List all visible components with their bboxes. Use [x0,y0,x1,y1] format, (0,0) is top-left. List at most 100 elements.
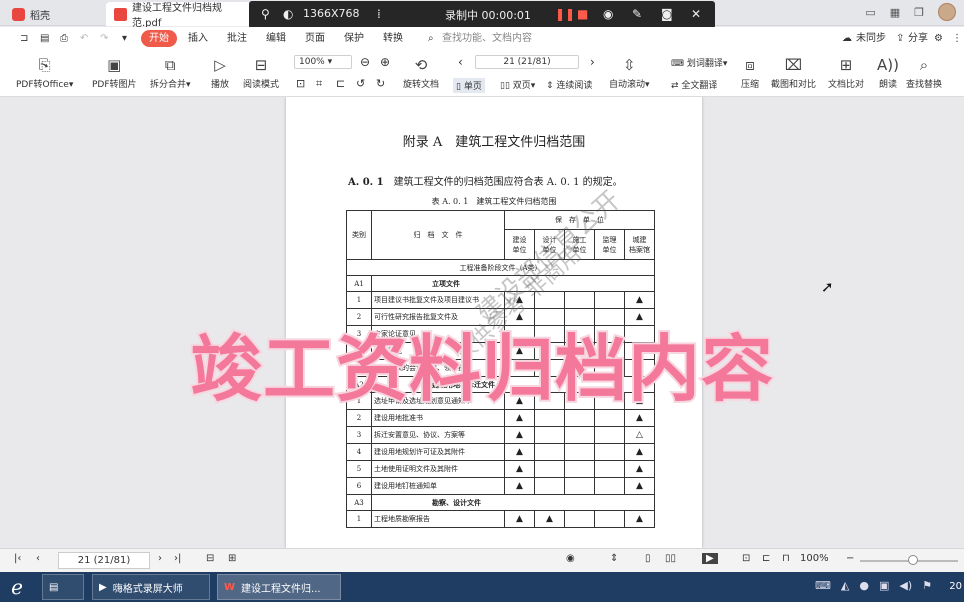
document-viewport[interactable]: 附录 A 建筑工程文件归档范围 A. 0. 1 建筑工程文件的归档范围应符合表 … [0,97,964,548]
retention-mark [594,477,625,495]
undo-icon[interactable]: ↶ [80,30,88,47]
prev-page-icon[interactable]: ‹ [36,553,40,564]
screenshot-icon[interactable]: ◙ [661,7,673,21]
continuous-icon[interactable]: ⇕ [610,553,618,564]
screenshot-compare-button[interactable]: ⌧ 截图和对比 [771,56,816,90]
flag-icon[interactable]: ⚑ [922,579,932,592]
zoom-out-icon[interactable]: ⊖ [360,55,370,69]
rotate-document-button[interactable]: ⟲ 旋转文档 [403,56,439,90]
rotate-right-icon[interactable]: ↻ [376,77,385,90]
button-label: 双页 [512,81,531,91]
auto-scroll-button[interactable]: ⇳ 自动滚动▾ [609,56,650,90]
app-window: { "tabs":[ {"label":"稻壳","icon":"wps-log… [0,0,964,602]
chevron-down-icon[interactable]: ▾ [122,30,127,47]
fit-icon[interactable]: ⊡ [742,553,750,564]
grid-icon[interactable]: ▦ [890,6,900,19]
retention-mark: ▲ [624,460,655,478]
clock[interactable]: 20 [949,581,962,592]
table-row: 1 工程地质勘察报告 ▲ ▲ ▲ [346,510,655,528]
last-page-icon[interactable]: ›| [174,553,181,564]
close-icon[interactable]: ✕ [691,7,701,21]
group-title: 勘察、设计文件 [371,494,655,511]
single-page-button[interactable]: ▯ 单页 [453,78,485,93]
pin-icon[interactable]: ⚲ [261,7,270,21]
doc-compare-button[interactable]: ⊞ 文档比对 [828,56,864,90]
read-mode-button[interactable]: ⊟ 阅读模式 [243,56,279,90]
next-page-icon[interactable]: › [590,55,595,69]
rotate-left-icon[interactable]: ↺ [356,77,365,90]
tile-icon[interactable]: ❐ [914,6,924,19]
avatar[interactable] [938,3,956,21]
app-tray-icon[interactable]: ▣ [879,579,889,592]
word-translate-button[interactable]: ⌨ 划词翻译▾ [671,56,727,69]
fit-page-icon[interactable]: ⌗ [316,77,322,91]
menu-start[interactable]: 开始 [141,30,177,47]
next-page-icon[interactable]: › [158,553,162,564]
tab-pdf-document[interactable]: 建设工程文件归档规范.pdf [106,2,251,29]
taskbar-explorer[interactable]: ▤ [42,574,84,600]
pdf-to-image-button[interactable]: ▣ PDF转图片 [92,56,137,90]
row-number: 3 [346,426,372,444]
taskbar-label: 嗨格式录屏大师 [112,583,183,595]
read-aloud-button[interactable]: A)) 朗读 [877,56,899,90]
continuous-read-button[interactable]: ⇕ 连续阅读 [546,78,592,91]
fit-width-icon[interactable]: ⊏ [336,77,345,90]
prev-page-icon[interactable]: ‹ [458,55,463,69]
menu-edit[interactable]: 编辑 [266,30,286,47]
menu-insert[interactable]: 插入 [188,30,208,47]
print-icon[interactable]: ⎙ [60,30,68,47]
pdf-file-icon [114,7,127,21]
tab-docer[interactable]: 稻壳 [4,2,104,26]
play-button[interactable]: ▷ 播放 [211,56,229,90]
menu-protect[interactable]: 保护 [344,30,364,47]
more-icon[interactable]: ⋮ [952,30,962,47]
menu-page[interactable]: 页面 [305,30,325,47]
pdf-to-office-button[interactable]: ⎘ PDF转Office▾ [16,56,73,90]
zoom-select[interactable]: 100% ▾ [294,55,352,69]
taskbar-wps[interactable]: W 建设工程文件归... [217,574,341,600]
double-page-button[interactable]: ▯▯ 双页▾ [500,78,535,91]
menu-comment[interactable]: 批注 [227,30,247,47]
network-icon[interactable]: ◭ [841,579,849,592]
split-merge-button[interactable]: ⧉ 拆分合并▾ [150,56,191,90]
zoom-level[interactable]: 100% [800,553,829,564]
forward-icon[interactable]: ⊞ [228,553,236,564]
record-tray-icon[interactable]: ● [859,579,869,592]
pause-icon[interactable]: ❚❚ [555,7,575,21]
status-page-input[interactable]: 21 (21/81) [58,552,150,569]
page-number-input[interactable]: 21 (21/81) [475,55,579,69]
pen-icon[interactable]: ✎ [632,7,642,21]
start-icon[interactable]: ℯ [4,575,30,599]
first-page-icon[interactable]: |‹ [14,553,21,564]
keyboard-icon[interactable]: ⌨ [815,579,831,592]
single-page-icon[interactable]: ▯ [645,553,651,564]
double-page-icon[interactable]: ▯▯ [665,553,676,564]
zoom-slider-handle[interactable] [908,555,918,565]
fit-width-icon[interactable]: ⊏ [762,553,770,564]
eye-icon[interactable]: ◉ [566,553,575,564]
layout-icon[interactable]: ▭ [865,6,875,19]
redo-icon[interactable]: ↷ [100,30,108,47]
save-icon[interactable]: ▤ [40,30,49,47]
settings-icon[interactable]: ⚙ [934,30,943,47]
volume-icon[interactable]: ◀) [899,579,912,592]
play-icon[interactable]: ▶ [702,553,718,564]
back-icon[interactable]: ⊟ [206,553,214,564]
camera-record-icon[interactable]: ◉ [603,7,613,21]
folder-icon[interactable]: ⊐ [20,30,28,47]
full-translate-button[interactable]: ⇄ 全文翻译 [671,78,717,91]
share-button[interactable]: 分享 [908,30,928,47]
sync-status[interactable]: 未同步 [856,30,886,47]
zoom-out-icon[interactable]: − [846,553,854,564]
button-label: 自动滚动 [609,80,646,90]
menu-convert[interactable]: 转换 [383,30,403,47]
actual-size-icon[interactable]: ⊡ [296,77,305,90]
find-replace-button[interactable]: ⌕ 查找替换 [906,56,942,90]
search-input[interactable]: 查找功能、文档内容 [442,30,532,47]
taskbar-recorder[interactable]: ▶ 嗨格式录屏大师 [92,574,210,600]
compress-button[interactable]: ⧈ 压缩 [741,56,759,90]
zoom-in-icon[interactable]: ⊕ [380,55,390,69]
contrast-icon[interactable]: ◐ [283,7,293,21]
stop-icon[interactable]: ■ [577,7,588,21]
fullscreen-icon[interactable]: ⊓ [782,553,790,564]
